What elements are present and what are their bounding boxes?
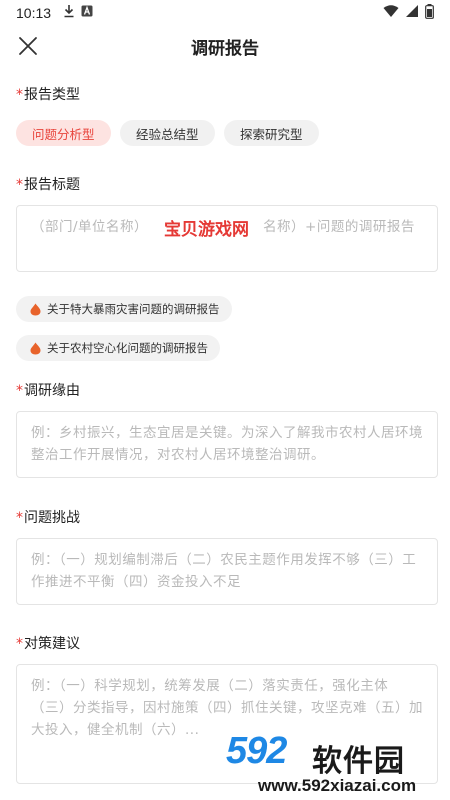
required-mark: * (16, 510, 23, 526)
reason-label: *调研缘由 (16, 380, 80, 400)
required-mark: * (16, 177, 23, 193)
challenges-label: *问题挑战 (16, 507, 80, 527)
brand-url: www.592xiazai.com (258, 776, 417, 795)
page-title: 调研报告 (191, 38, 259, 59)
suggestions-label-text: 对策建议 (24, 636, 80, 652)
challenges-input[interactable]: 例：（一）规划编制滞后（二）农民主题作用发挥不够（三）工作推进不平衡（四）资金投… (16, 538, 438, 605)
report-title-label-text: 报告标题 (24, 177, 80, 193)
brand-name: 软件园 (312, 744, 405, 779)
flame-icon (30, 303, 41, 316)
status-bar: 10:13 (0, 0, 450, 26)
title-suggestion-1[interactable]: 关于特大暴雨灾害问题的调研报告 (16, 296, 232, 322)
signal-icon (405, 4, 419, 22)
status-time: 10:13 (16, 5, 52, 21)
type-chip-experience-summary[interactable]: 经验总结型 (120, 120, 215, 146)
flame-icon (30, 342, 41, 355)
download-icon (63, 4, 75, 22)
header-bar: 调研报告 (0, 26, 450, 66)
required-mark: * (16, 383, 23, 399)
report-title-placeholder-start: （部门/单位名称） (31, 219, 149, 235)
close-icon[interactable] (18, 36, 38, 56)
reason-label-text: 调研缘由 (24, 383, 80, 399)
required-mark: * (16, 87, 23, 103)
suggestions-label: *对策建议 (16, 633, 80, 653)
report-title-label: *报告标题 (16, 174, 80, 194)
a-badge-icon (81, 5, 93, 21)
status-left-icons (63, 4, 93, 22)
title-suggestion-1-text: 关于特大暴雨灾害问题的调研报告 (47, 302, 220, 316)
reason-input[interactable]: 例：乡村振兴，生态宜居是关键。为深入了解我市农村人居环境整治工作开展情况，对农村… (16, 411, 438, 478)
required-mark: * (16, 636, 23, 652)
report-type-label: *报告类型 (16, 84, 80, 104)
wifi-icon (383, 4, 399, 22)
watermark-text: 宝贝游戏网 (164, 220, 249, 240)
report-title-placeholder-end: 名称）+问题的调研报告 (263, 219, 415, 235)
type-chip-problem-analysis[interactable]: 问题分析型 (16, 120, 111, 146)
status-right-icons (383, 3, 434, 23)
brand-watermark: 592 软件园 www.592xiazai.com (226, 730, 450, 800)
battery-icon (425, 3, 434, 23)
challenges-label-text: 问题挑战 (24, 510, 80, 526)
report-type-label-text: 报告类型 (24, 87, 80, 103)
title-suggestion-2[interactable]: 关于农村空心化问题的调研报告 (16, 335, 220, 361)
title-suggestion-2-text: 关于农村空心化问题的调研报告 (47, 341, 208, 355)
type-chip-exploration-research[interactable]: 探索研究型 (224, 120, 319, 146)
brand-number: 592 (226, 730, 287, 772)
